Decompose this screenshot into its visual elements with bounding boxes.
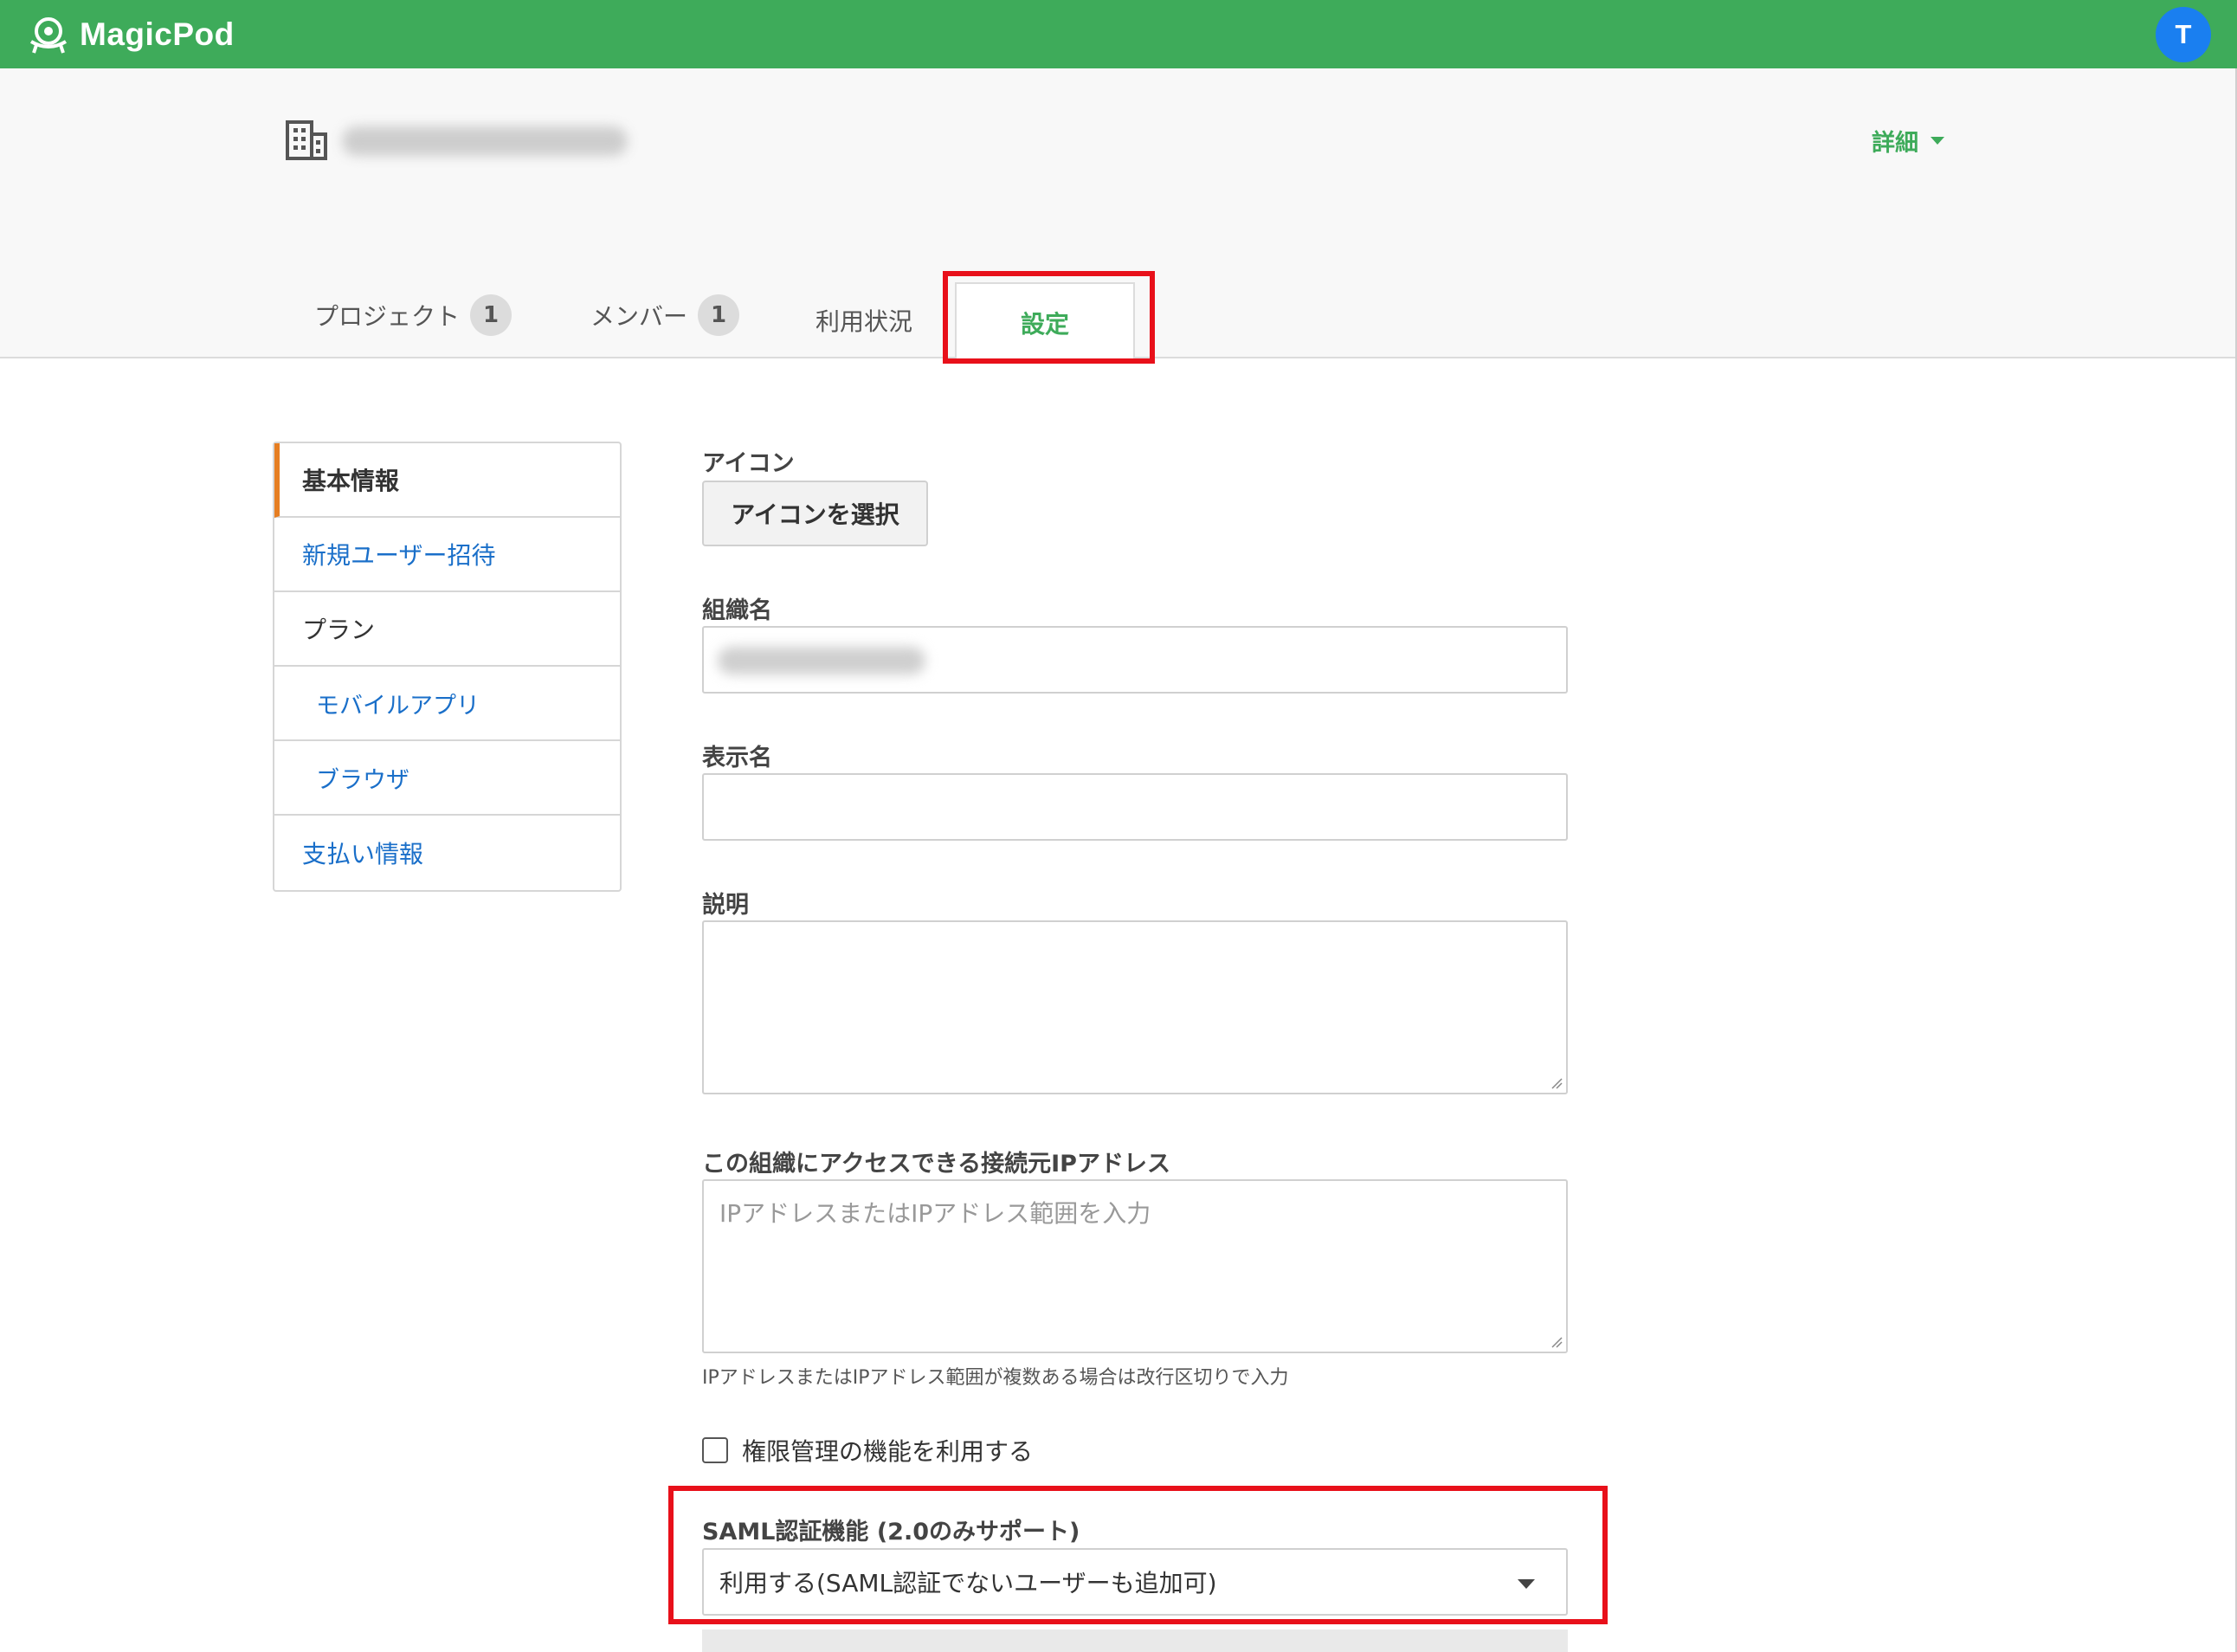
select-icon-button[interactable]: アイコンを選択 (702, 481, 928, 546)
tab-projects[interactable]: プロジェクト 1 (314, 294, 513, 336)
ufo-logo-icon (29, 17, 68, 54)
resize-handle-icon[interactable] (1550, 1336, 1563, 1348)
ip-address-textarea[interactable]: IPアドレスまたはIPアドレス範囲を入力 (702, 1179, 1568, 1353)
user-avatar[interactable]: T (2156, 7, 2211, 62)
permission-checkbox-row[interactable]: 権限管理の機能を利用する (702, 1433, 1033, 1468)
org-name-redacted (342, 126, 628, 156)
magicpod-logo[interactable]: MagicPod (26, 10, 235, 59)
details-label: 詳細 (1872, 130, 1918, 157)
sidebar-item-mobile-app[interactable]: モバイルアプリ (274, 667, 620, 741)
settings-sidebar: 基本情報 新規ユーザー招待 プラン モバイルアプリ ブラウザ 支払い情報 (273, 442, 622, 892)
top-bar: MagicPod T (0, 0, 2237, 68)
caret-down-icon (1931, 137, 1944, 145)
count-badge: 1 (698, 294, 740, 336)
highlight-box-saml (668, 1486, 1608, 1624)
sidebar-item-plan: プラン (274, 592, 620, 667)
permission-checkbox-label: 権限管理の機能を利用する (742, 1437, 1034, 1466)
tab-label: 利用状況 (816, 307, 913, 336)
org-name-input[interactable] (702, 626, 1568, 694)
highlight-box-settings-tab (943, 271, 1155, 364)
display-name-label: 表示名 (702, 745, 772, 771)
description-textarea[interactable] (702, 920, 1568, 1094)
tab-label: メンバー (590, 302, 688, 331)
count-badge: 1 (470, 294, 513, 336)
ip-address-label: この組織にアクセスできる接続元IPアドレス (702, 1151, 1170, 1178)
tab-usage[interactable]: 利用状況 (816, 303, 912, 338)
building-icon (286, 120, 327, 160)
org-name-value-redacted (718, 647, 925, 674)
sidebar-item-billing[interactable]: 支払い情報 (274, 816, 620, 890)
sidebar-item-browser[interactable]: ブラウザ (274, 741, 620, 816)
description-label: 説明 (702, 892, 749, 919)
org-name-label: 組織名 (702, 597, 772, 624)
permission-checkbox[interactable] (702, 1437, 728, 1463)
tab-members[interactable]: メンバー 1 (590, 294, 740, 336)
resize-handle-icon[interactable] (1550, 1077, 1563, 1089)
app-name: MagicPod (80, 16, 235, 52)
sidebar-item-invite-user[interactable]: 新規ユーザー招待 (274, 518, 620, 592)
icon-label: アイコン (702, 450, 795, 477)
sidebar-item-basic-info[interactable]: 基本情報 (274, 443, 620, 518)
details-dropdown[interactable]: 詳細 (1872, 124, 1944, 158)
display-name-input[interactable] (702, 773, 1568, 841)
ip-address-placeholder: IPアドレスまたはIPアドレス範囲を入力 (719, 1199, 1151, 1228)
ip-address-help-text: IPアドレスまたはIPアドレス範囲が複数ある場合は改行区切りで入力 (702, 1367, 1289, 1389)
next-field-partial (702, 1629, 1568, 1652)
tab-label: プロジェクト (314, 302, 461, 331)
